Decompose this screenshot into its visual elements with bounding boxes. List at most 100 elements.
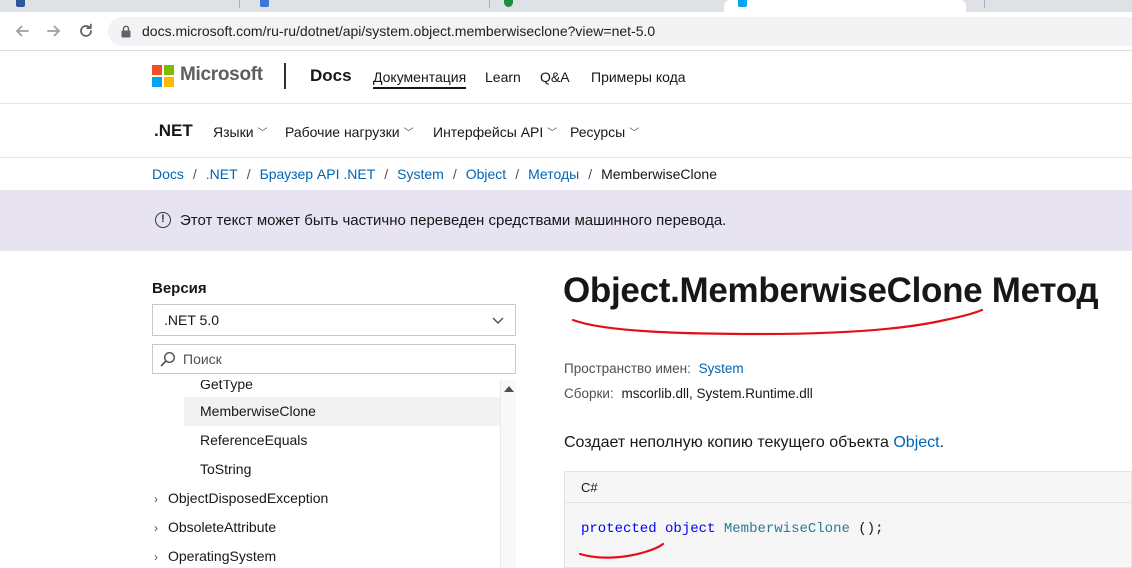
namespace-label: Пространство имен:: [564, 361, 691, 376]
toc-item-label: ObsoleteAttribute: [168, 519, 277, 535]
code-signature[interactable]: protected object MemberwiseClone ();: [581, 521, 884, 537]
logo-square: [164, 77, 174, 87]
breadcrumb-separator: /: [515, 166, 520, 182]
chevron-down-icon: ﹀: [629, 128, 640, 139]
browser-tab[interactable]: [0, 0, 240, 12]
code-header: C#: [565, 472, 1132, 503]
namespace-link[interactable]: System: [699, 361, 744, 376]
assemblies-value: mscorlib.dll, System.Runtime.dll: [621, 386, 813, 401]
microsoft-wordmark[interactable]: Microsoft: [180, 64, 263, 86]
scroll-up-arrow-icon[interactable]: [504, 386, 514, 392]
toc-item-obsoleteattribute[interactable]: › ObsoleteAttribute: [152, 513, 504, 542]
version-label: Версия: [152, 280, 207, 297]
machine-translation-banner: ! Этот текст может быть частично перевед…: [0, 190, 1132, 251]
search-icon: [160, 351, 176, 367]
toc-item-objectdisposedexception[interactable]: › ObjectDisposedException: [152, 484, 504, 513]
nav-link-code-samples[interactable]: Примеры кода: [591, 69, 686, 85]
browser-tab-strip: [0, 0, 1132, 12]
chevron-down-icon: ﹀: [547, 128, 558, 139]
product-nav: .NET Языки ﹀ Рабочие нагрузки ﹀ Интерфейсы…: [0, 104, 1132, 158]
assemblies-line: Сборки: mscorlib.dll, System.Runtime.dll: [564, 386, 813, 401]
breadcrumb-separator: /: [246, 166, 251, 182]
nav-link-qa[interactable]: Q&A: [540, 69, 570, 85]
method-summary: Создает неполную копию текущего объекта …: [564, 434, 944, 452]
breadcrumb-link[interactable]: Object: [466, 166, 506, 182]
browser-tab-active[interactable]: [724, 0, 966, 12]
info-icon: !: [155, 212, 171, 228]
nav-dropdown-label: Языки: [213, 124, 254, 140]
summary-object-link[interactable]: Object: [893, 434, 939, 451]
table-of-contents: GetType MemberwiseClone ReferenceEquals …: [152, 380, 516, 568]
dotnet-home-link[interactable]: .NET: [154, 121, 193, 141]
code-params: ();: [849, 521, 884, 537]
breadcrumb-separator: /: [452, 166, 457, 182]
namespace-line: Пространство имен: System: [564, 361, 744, 376]
toc-item-label: OperatingSystem: [168, 548, 277, 564]
nav-dropdown-resources[interactable]: Ресурсы ﹀: [570, 124, 639, 140]
toc-item-referenceequals[interactable]: ReferenceEquals: [152, 426, 504, 455]
toc-item-memberwiseclone[interactable]: MemberwiseClone: [184, 397, 500, 426]
back-button[interactable]: [11, 20, 33, 42]
nav-dropdown-apis[interactable]: Интерфейсы API ﹀: [433, 124, 557, 140]
tab-separator: [984, 0, 985, 8]
toc-scrollbar[interactable]: [500, 380, 516, 568]
chevron-down-icon: ﹀: [403, 128, 414, 139]
page-title: Object.MemberwiseClone Метод: [563, 271, 1099, 310]
nav-dropdown-label: Ресурсы: [570, 124, 626, 140]
summary-end: .: [939, 434, 945, 451]
breadcrumb-separator: /: [384, 166, 389, 182]
code-language-label: C#: [581, 480, 598, 495]
breadcrumb: Docs / .NET / Браузер API .NET / System / Object…: [152, 166, 717, 182]
toc-filter[interactable]: [152, 344, 516, 374]
lock-icon[interactable]: [121, 25, 131, 38]
nav-link-documentation[interactable]: Документация: [373, 69, 467, 89]
chevron-right-icon[interactable]: ›: [154, 543, 168, 568]
chevron-down-icon: [492, 317, 504, 324]
browser-tab[interactable]: [240, 0, 490, 12]
toc-filter-input[interactable]: [183, 349, 503, 369]
address-bar[interactable]: docs.microsoft.com/ru-ru/dotnet/api/syst…: [108, 17, 1132, 46]
chevron-right-icon[interactable]: ›: [154, 485, 168, 514]
toc-item-tostring[interactable]: ToString: [152, 455, 504, 484]
nav-dropdown-workloads[interactable]: Рабочие нагрузки ﹀: [285, 124, 414, 140]
toc-item-operatingsystem[interactable]: › OperatingSystem: [152, 542, 504, 568]
nav-dropdown-languages[interactable]: Языки ﹀: [213, 124, 268, 140]
url-text[interactable]: docs.microsoft.com/ru-ru/dotnet/api/syst…: [142, 17, 655, 46]
breadcrumb-link[interactable]: .NET: [206, 166, 238, 182]
version-select[interactable]: .NET 5.0: [152, 304, 516, 336]
code-block: C# protected object MemberwiseClone ();: [564, 471, 1132, 568]
browser-tab[interactable]: [490, 0, 724, 12]
tab-favicon-icon: [260, 0, 269, 7]
reload-button[interactable]: [75, 20, 97, 42]
banner-text: Этот текст может быть частично переведен…: [180, 212, 727, 229]
code-keyword: protected: [581, 521, 657, 537]
breadcrumb-separator: /: [588, 166, 593, 182]
arrow-right-icon: [47, 25, 61, 37]
nav-dropdown-label: Интерфейсы API: [433, 124, 544, 140]
breadcrumb-link[interactable]: System: [397, 166, 444, 182]
tab-favicon-icon: [16, 0, 25, 7]
nav-dropdown-label: Рабочие нагрузки: [285, 124, 400, 140]
breadcrumb-link[interactable]: Docs: [152, 166, 184, 182]
nav-link-learn[interactable]: Learn: [485, 69, 521, 85]
breadcrumb-link[interactable]: Методы: [528, 166, 579, 182]
microsoft-logo-icon[interactable]: [152, 65, 174, 87]
reload-icon: [80, 23, 92, 37]
title-underline-annotation: [571, 308, 984, 336]
breadcrumb-link[interactable]: Браузер API .NET: [260, 166, 376, 182]
version-select-value: .NET 5.0: [164, 312, 219, 328]
browser-tab[interactable]: [966, 0, 1132, 12]
tab-favicon-icon: [504, 0, 513, 7]
forward-button[interactable]: [43, 20, 65, 42]
assemblies-label: Сборки:: [564, 386, 614, 401]
arrow-left-icon: [15, 25, 29, 37]
summary-text: Создает неполную копию текущего объекта: [564, 434, 894, 451]
breadcrumb-separator: /: [192, 166, 197, 182]
tab-favicon-icon: [738, 0, 747, 7]
chevron-down-icon: ﹀: [257, 128, 268, 139]
site-header: Microsoft Docs Документация Learn Q&A Пр…: [0, 51, 1132, 104]
toc-item-label: ObjectDisposedException: [168, 490, 329, 506]
chevron-right-icon[interactable]: ›: [154, 514, 168, 543]
code-keyword: object: [665, 521, 716, 537]
docs-home-link[interactable]: Docs: [310, 66, 352, 86]
